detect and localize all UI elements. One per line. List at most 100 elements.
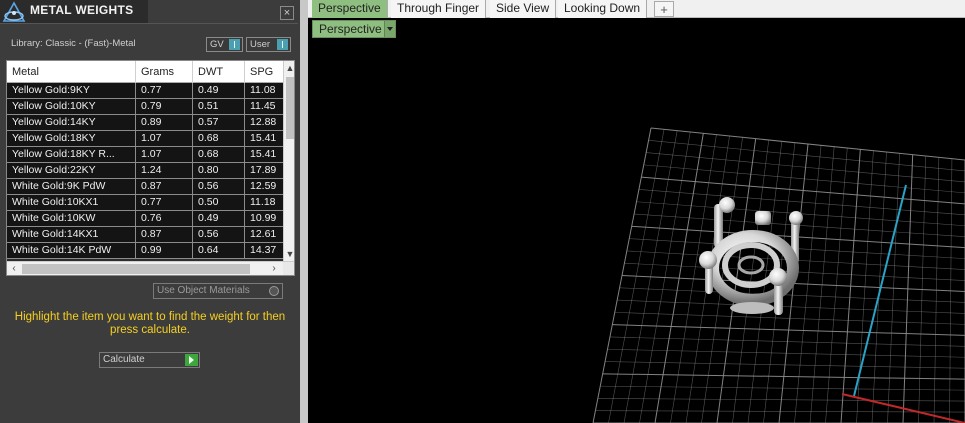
metal-table: Metal Grams DWT SPG Yellow Gold:9KY 0.77 0… [6,60,295,276]
table-body: Yellow Gold:9KY 0.77 0.49 11.08 Yellow Gold:… [7,83,283,259]
play-arrow-icon[interactable] [185,354,198,366]
table-row[interactable]: Yellow Gold:9KY 0.77 0.49 11.08 [7,83,283,99]
scroll-thumb[interactable] [286,77,294,139]
spg-cell: 14.37 [250,244,277,256]
dwt-cell: 0.57 [193,115,245,130]
scroll-left-icon[interactable]: ‹ [7,262,21,275]
ring-head-model[interactable] [699,197,803,315]
table-row[interactable]: White Gold:14K PdW 0.99 0.64 14.37 [7,243,283,259]
add-tab-icon[interactable]: + [654,1,674,17]
grams-cell: 0.87 [136,227,193,242]
calculate-button[interactable]: Calculate [99,352,200,368]
dwt-cell: 0.68 [193,131,245,146]
instruction-text: Highlight the item you want to find the … [14,311,286,336]
column-header-metal[interactable]: Metal [7,61,136,83]
metal-cell: Yellow Gold:18KY R... [7,147,136,162]
close-icon[interactable]: × [280,6,294,20]
table-row[interactable]: Yellow Gold:10KY 0.79 0.51 11.45 [7,99,283,115]
metal-cell: Yellow Gold:22KY [7,163,136,178]
spg-cell: 10.99 [250,212,277,224]
use-object-materials-label: Use Object Materials [157,285,250,296]
panel-splitter[interactable] [300,0,308,423]
grams-cell: 0.89 [136,115,193,130]
spg-cell: 12.61 [250,228,277,240]
y-axis-line [853,184,907,397]
table-row[interactable]: White Gold:14KX1 0.87 0.56 12.61 [7,227,283,243]
view-dropdown[interactable]: Perspective [312,20,396,38]
chevron-down-icon[interactable] [384,21,395,37]
spg-cell: 15.41 [250,148,277,160]
metal-cell: White Gold:9K PdW [7,179,136,194]
calculate-label: Calculate [103,354,145,365]
metal-cell: Yellow Gold:9KY [7,83,136,98]
column-header-spg[interactable]: SPG [245,61,283,83]
dwt-cell: 0.56 [193,227,245,242]
scroll-up-icon[interactable]: ▲ [284,61,294,75]
vertical-scrollbar[interactable]: ▲ ▼ [283,61,294,261]
table-row[interactable]: White Gold:10KX1 0.77 0.50 11.18 [7,195,283,211]
grid-line [619,287,965,303]
metal-cell: Yellow Gold:18KY [7,131,136,146]
view-tabs: Perspective Through Finger Side View Loo… [308,0,965,18]
dwt-cell: 0.64 [193,243,245,258]
panel-title-bar: METAL WEIGHTS [0,0,148,24]
table-row[interactable]: White Gold:10KW 0.76 0.49 10.99 [7,211,283,227]
horizontal-scrollbar[interactable]: ‹ › [7,261,294,275]
grams-cell: 0.77 [136,195,193,210]
panel-title: METAL WEIGHTS [30,3,134,17]
metal-cell: White Gold:14K PdW [7,243,136,258]
scene-canvas[interactable] [308,18,965,423]
metal-cell: Yellow Gold:10KY [7,99,136,114]
column-header-dwt[interactable]: DWT [193,61,245,83]
toggle-switch-icon [229,39,240,50]
tab-through-finger[interactable]: Through Finger [391,0,487,18]
table-header: Metal Grams DWT SPG [7,61,283,83]
tab-side-view[interactable]: Side View [490,0,557,18]
metal-cell: White Gold:10KW [7,211,136,226]
library-label: Library: Classic - (Fast)-Metal [11,38,136,49]
table-row[interactable]: Yellow Gold:22KY 1.24 0.80 17.89 [7,163,283,179]
gv-toggle-label: GV [210,39,224,50]
use-object-materials-option[interactable]: Use Object Materials [153,283,283,299]
user-toggle[interactable]: User [246,37,291,52]
gallery-bridge [755,211,771,225]
metal-cell: White Gold:14KX1 [7,227,136,242]
dwt-cell: 0.80 [193,163,245,178]
spg-cell: 11.08 [250,84,276,96]
spg-cell: 17.89 [250,164,277,176]
tab-perspective[interactable]: Perspective [312,0,388,18]
dwt-cell: 0.51 [193,99,245,114]
scrollbar-corner [283,262,294,275]
table-row[interactable]: Yellow Gold:18KY 1.07 0.68 15.41 [7,131,283,147]
spg-cell: 11.45 [250,100,276,112]
column-header-grams[interactable]: Grams [136,61,193,83]
grams-cell: 1.07 [136,147,193,162]
tab-looking-down[interactable]: Looking Down [558,0,648,18]
scroll-right-icon[interactable]: › [267,262,281,275]
toggle-switch-icon [277,39,288,50]
radio-icon[interactable] [269,286,279,296]
app-window: METAL WEIGHTS × Library: Classic - (Fast… [0,0,965,423]
user-toggle-label: User [250,39,271,50]
dwt-cell: 0.56 [193,179,245,194]
gv-toggle[interactable]: GV [206,37,243,52]
scroll-thumb[interactable] [22,264,250,274]
spg-cell: 12.88 [250,116,277,128]
table-row[interactable]: Yellow Gold:18KY R... 1.07 0.68 15.41 [7,147,283,163]
prong-tip [719,197,735,213]
scroll-down-icon[interactable]: ▼ [284,247,294,261]
spg-cell: 11.18 [250,196,276,208]
grams-cell: 1.07 [136,131,193,146]
title-bar-spacer [148,3,298,24]
view-dropdown-label: Perspective [319,22,382,36]
metal-weights-panel: METAL WEIGHTS × Library: Classic - (Fast… [0,0,300,423]
table-row[interactable]: Yellow Gold:14KY 0.89 0.57 12.88 [7,115,283,131]
prong-tip [699,251,717,269]
base-ring [730,302,774,314]
seat-ring [737,255,765,275]
spg-cell: 12.59 [250,180,277,192]
app-logo-icon [2,1,26,22]
table-row[interactable]: White Gold:9K PdW 0.87 0.56 12.59 [7,179,283,195]
3d-viewport[interactable]: Perspective [308,18,965,423]
metal-cell: White Gold:10KX1 [7,195,136,210]
